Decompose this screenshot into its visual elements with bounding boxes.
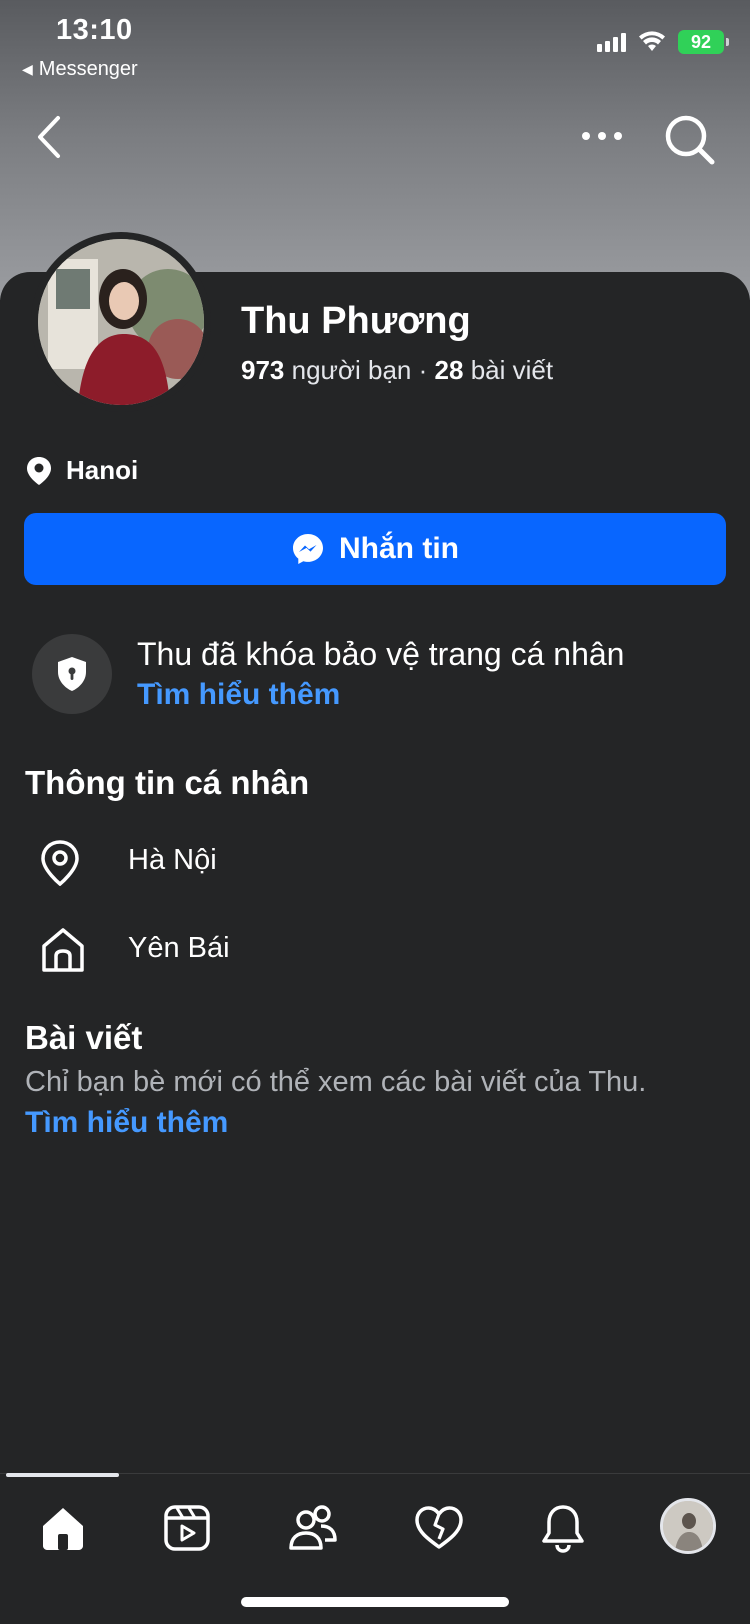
tab-dating[interactable]: [411, 1500, 467, 1556]
location-label: Hanoi: [66, 455, 139, 485]
status-time: 13:10: [56, 14, 133, 46]
posts-count: 28: [434, 355, 464, 385]
info-city-label: Hà Nội: [128, 844, 217, 876]
video-icon: [164, 1505, 210, 1551]
back-to-app[interactable]: ◀ Messenger: [22, 58, 138, 81]
tab-notifications[interactable]: [535, 1500, 591, 1556]
profile-name: Thu Phương: [241, 300, 471, 342]
personal-info-title: Thông tin cá nhân: [25, 764, 310, 801]
posts-privacy-text: Chỉ bạn bè mới có thể xem các bài viết c…: [25, 1066, 647, 1098]
info-row-city: Hà Nội: [40, 840, 217, 886]
signal-icon: [597, 32, 626, 52]
home-indicator[interactable]: [241, 1597, 509, 1607]
status-indicators: 92: [597, 30, 729, 54]
friends-label[interactable]: người bạn: [292, 355, 412, 385]
home-icon: [42, 928, 84, 972]
friends-icon: [289, 1505, 337, 1550]
info-row-hometown: Yên Bái: [40, 926, 230, 974]
messenger-icon: [293, 534, 323, 564]
info-hometown-label: Yên Bái: [128, 932, 230, 964]
back-arrow-icon[interactable]: [30, 112, 70, 162]
lock-notice-title: Thu đã khóa bảo vệ trang cá nhân: [137, 636, 625, 672]
home-icon: [43, 1508, 83, 1550]
location-pin-icon: [27, 456, 51, 485]
stats-separator: ·: [418, 355, 428, 385]
posts-learn-more-link[interactable]: Tìm hiểu thêm: [25, 1106, 228, 1140]
profile-avatar-photo: [663, 1501, 713, 1551]
tab-home[interactable]: [35, 1500, 91, 1556]
lock-learn-more-link[interactable]: Tìm hiểu thêm: [137, 678, 340, 712]
tab-video[interactable]: [159, 1500, 215, 1556]
message-button[interactable]: Nhắn tin: [24, 513, 726, 585]
message-button-label: Nhắn tin: [339, 532, 459, 565]
location-pin-icon: [41, 840, 79, 886]
dating-heart-icon: [415, 1506, 463, 1549]
current-location: Hanoi: [26, 455, 138, 486]
active-tab-indicator: [6, 1473, 119, 1477]
shield-lock-icon: [58, 657, 86, 691]
tab-friends[interactable]: [285, 1500, 341, 1556]
profile-lock-badge: [32, 634, 112, 714]
avatar-photo: [38, 239, 204, 405]
profile-screen: 13:10 ◀ Messenger 92 Thu Phương 973 ngườ…: [0, 0, 750, 1624]
wifi-icon: [639, 31, 665, 51]
bell-icon: [542, 1505, 584, 1553]
battery-level: 92: [690, 31, 712, 52]
posts-label: bài viết: [470, 355, 554, 385]
back-triangle-icon: ◀: [22, 61, 33, 77]
tab-profile-avatar[interactable]: [660, 1498, 716, 1554]
battery-indicator: 92: [678, 30, 729, 54]
profile-stats: 973 người bạn · 28 bài viết: [241, 355, 553, 386]
friends-count: 973: [241, 355, 285, 385]
search-icon[interactable]: [662, 112, 716, 166]
more-options-icon[interactable]: [578, 118, 626, 154]
back-app-label: Messenger: [38, 58, 138, 80]
posts-section-title: Bài viết: [25, 1019, 143, 1056]
profile-avatar[interactable]: [31, 232, 211, 412]
